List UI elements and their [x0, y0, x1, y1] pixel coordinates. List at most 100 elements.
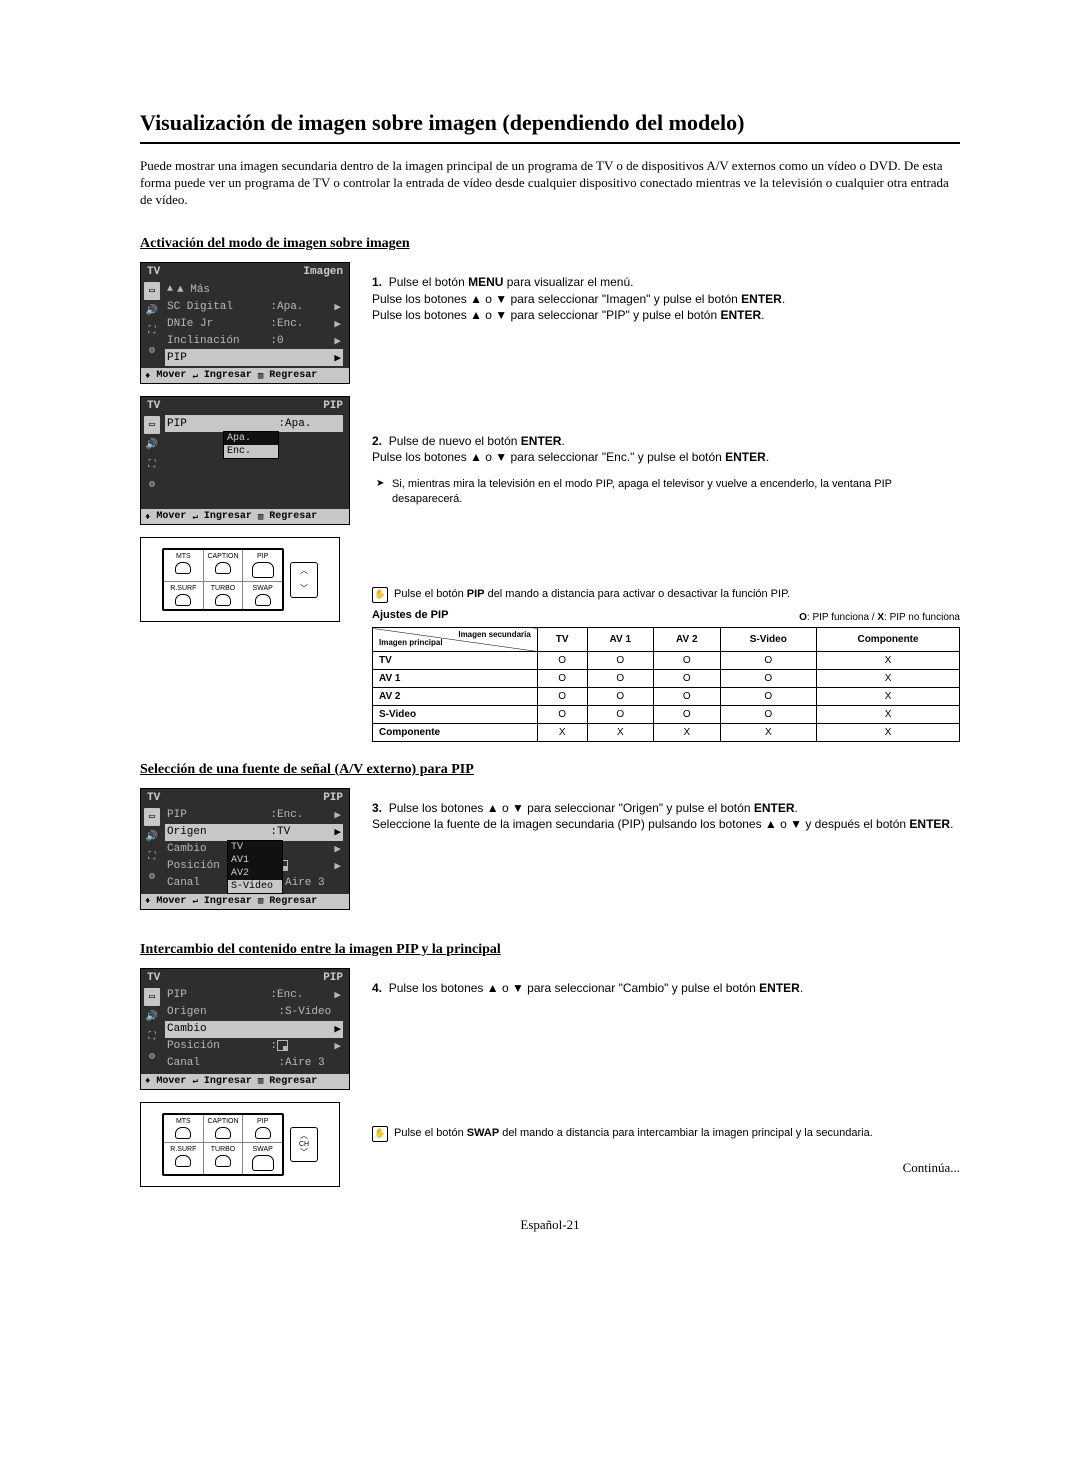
chevron-down-icon: ﹀ — [300, 1148, 308, 1158]
osd-option: AV2 — [228, 867, 282, 880]
enter-icon: ↵ — [192, 896, 197, 906]
tab-setup-icon: ⚙ — [144, 342, 160, 360]
step-2-note: Si, mientras mira la televisión en el mo… — [372, 477, 960, 507]
remote-btn: CAPTION — [204, 550, 244, 582]
osd-dropdown: Apa. Enc. — [223, 431, 279, 459]
osd-item: PIP: Enc.▶ — [165, 987, 343, 1004]
return-icon: ▥ — [258, 1076, 263, 1086]
section-swap-heading: Intercambio del contenido entre la image… — [140, 942, 960, 958]
hand-icon: ✋ — [372, 1126, 388, 1142]
osd-item: Inclinación: 0▶ — [165, 332, 343, 349]
remote-btn: MTS — [164, 1115, 204, 1143]
updown-icon: ♦ — [145, 371, 150, 381]
updown-icon: ♦ — [145, 512, 150, 522]
osd-title: PIP — [323, 972, 343, 984]
osd-source-label: TV — [147, 266, 160, 278]
chevron-up-icon: ︿ — [300, 1131, 308, 1141]
osd-dropdown: TV AV1 AV2 S-Video — [227, 840, 283, 894]
remote-swap-tip: ✋ Pulse el botón SWAP del mando a distan… — [372, 1126, 960, 1142]
page-title: Visualización de imagen sobre imagen (de… — [140, 110, 960, 136]
tab-setup-icon: ⚙ — [144, 1048, 160, 1066]
remote-btn-pip: PIP — [243, 550, 282, 582]
tab-sound-icon: 🔊 — [144, 436, 160, 454]
osd-footer: ♦Mover ↵Ingresar ▥Regresar — [141, 509, 349, 524]
tab-sound-icon: 🔊 — [144, 1008, 160, 1026]
compat-heading: Ajustes de PIP — [372, 609, 448, 621]
step-2: 2. Pulse de nuevo el botón ENTER. Pulse … — [372, 433, 960, 465]
col-head: Componente — [817, 628, 960, 652]
tab-setup-icon: ⚙ — [144, 868, 160, 886]
remote-btn: TURBO — [204, 1143, 244, 1174]
hand-icon: ✋ — [372, 587, 388, 603]
osd-option: S-Video — [228, 880, 282, 893]
remote-btn: MTS — [164, 550, 204, 582]
step-3: 3. Pulse los botones ▲ o ▼ para seleccio… — [372, 800, 960, 832]
table-row: AV 2OOOOX — [373, 687, 960, 705]
tab-sound-icon: 🔊 — [144, 828, 160, 846]
tab-channel-icon: ⛶ — [144, 322, 160, 340]
tab-sound-icon: 🔊 — [144, 302, 160, 320]
updown-icon: ♦ — [145, 1076, 150, 1086]
osd-item-cambio: Cambio▶ — [165, 1021, 343, 1038]
osd-item: PIP: Enc.▶ — [165, 807, 343, 824]
osd-item-origen: Origen: TV▶ TV AV1 AV2 S-Video — [165, 824, 343, 841]
osd-footer: ♦Mover ↵Ingresar ▥Regresar — [141, 1074, 349, 1089]
pip-compat-table: Imagen secundaria Imagen principal TV AV… — [372, 627, 960, 742]
remote-pip-tip: ✋ Pulse el botón PIP del mando a distanc… — [372, 587, 960, 603]
page-number: Español-21 — [140, 1217, 960, 1233]
intro-paragraph: Puede mostrar una imagen secundaria dent… — [140, 157, 960, 208]
compat-legend: O: PIP funciona / X: PIP no funciona — [799, 612, 960, 623]
table-row: AV 1OOOOX — [373, 669, 960, 687]
osd-source-label: TV — [147, 400, 160, 412]
tab-setup-icon: ⚙ — [144, 476, 160, 494]
osd-more-row: ▲▲ Más — [165, 281, 343, 298]
col-head: AV 2 — [654, 628, 721, 652]
osd-title: Imagen — [303, 266, 343, 278]
osd-pip-origen: TV PIP ▭ 🔊 ⛶ ⚙ PIP: Enc.▶ Origen: TV▶ — [140, 788, 350, 910]
osd-option: Apa. — [224, 432, 278, 445]
tab-picture-icon: ▭ — [144, 808, 160, 826]
osd-title: PIP — [323, 400, 343, 412]
osd-footer: ♦Mover ↵Ingresar ▥Regresar — [141, 894, 349, 909]
chevron-up-icon: ︿ — [300, 566, 308, 576]
osd-option: TV — [228, 841, 282, 854]
col-head: TV — [537, 628, 587, 652]
osd-footer: ♦Mover ↵Ingresar ▥Regresar — [141, 368, 349, 383]
return-icon: ▥ — [258, 371, 263, 381]
osd-pip-enable: TV PIP ▭ 🔊 ⛶ ⚙ PIP: Apa. — [140, 396, 350, 525]
osd-source-label: TV — [147, 972, 160, 984]
table-row: TVOOOOX — [373, 651, 960, 669]
return-icon: ▥ — [258, 512, 263, 522]
osd-item: Canal: Aire 3 — [165, 1055, 343, 1072]
step-4: 4. Pulse los botones ▲ o ▼ para seleccio… — [372, 980, 960, 996]
section-activation-heading: Activación del modo de imagen sobre imag… — [140, 236, 960, 252]
remote-diagram: MTS CAPTION PIP R.SURF TURBO SWAP ︿ — [140, 1102, 340, 1187]
remote-btn: PIP — [243, 1115, 282, 1143]
osd-option: AV1 — [228, 854, 282, 867]
col-head: S-Video — [720, 628, 817, 652]
tab-picture-icon: ▭ — [144, 416, 160, 434]
enter-icon: ↵ — [192, 512, 197, 522]
enter-icon: ↵ — [192, 1076, 197, 1086]
tab-channel-icon: ⛶ — [144, 456, 160, 474]
osd-item-pip: PIP: Apa. Apa. Enc. — [165, 415, 343, 432]
tab-picture-icon: ▭ — [144, 988, 160, 1006]
osd-item-pip: PIP ▶ — [165, 349, 343, 366]
section-source-heading: Selección de una fuente de señal (A/V ex… — [140, 762, 960, 778]
osd-source-label: TV — [147, 792, 160, 804]
remote-ch-rocker: ︿ ﹀ — [290, 562, 318, 598]
divider — [140, 142, 960, 144]
continued-label: Continúa... — [372, 1160, 960, 1176]
step-1: 1. Pulse el botón MENU para visualizar e… — [372, 274, 960, 323]
osd-item: DNIe Jr: Enc.▶ — [165, 315, 343, 332]
table-row: ComponenteXXXXX — [373, 723, 960, 741]
updown-icon: ♦ — [145, 896, 150, 906]
osd-pip-cambio: TV PIP ▭ 🔊 ⛶ ⚙ PIP: Enc.▶ Origen: S-Vide… — [140, 968, 350, 1090]
remote-btn: CAPTION — [204, 1115, 244, 1143]
osd-item: SC Digital: Apa.▶ — [165, 298, 343, 315]
osd-item: Origen: S-Video — [165, 1004, 343, 1021]
remote-btn: TURBO — [204, 582, 244, 609]
osd-item: Posición: ▶ — [165, 1038, 343, 1055]
tab-channel-icon: ⛶ — [144, 1028, 160, 1046]
remote-btn: SWAP — [243, 582, 282, 609]
